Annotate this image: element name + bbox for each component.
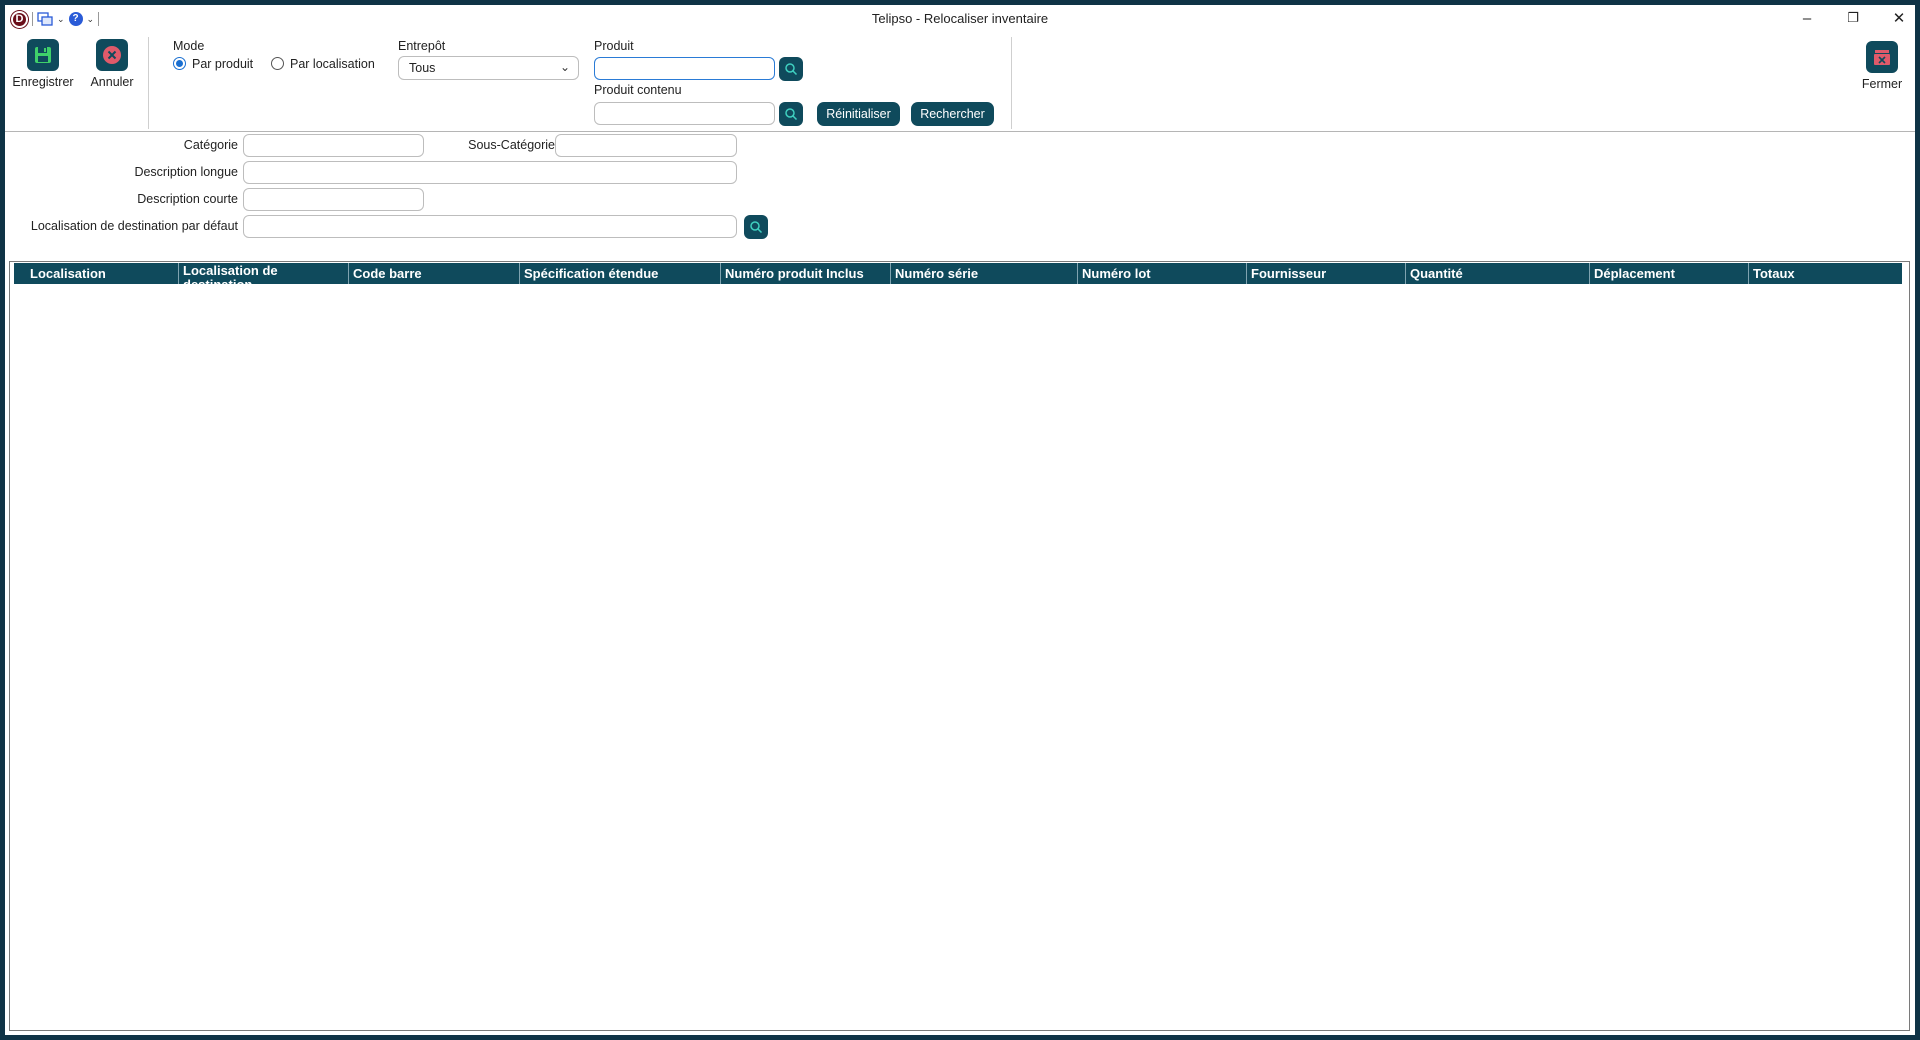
- warehouse-label: Entrepôt: [398, 39, 446, 53]
- column-header-lot-number[interactable]: Numéro lot: [1077, 263, 1246, 284]
- contained-product-search-button[interactable]: [779, 102, 803, 126]
- default-destination-input[interactable]: [243, 215, 737, 238]
- mode-by-product-label[interactable]: Par produit: [192, 57, 253, 71]
- mode-label: Mode: [173, 39, 205, 53]
- column-header-quantity[interactable]: Quantité: [1405, 263, 1589, 284]
- save-button[interactable]: Enregistrer: [10, 39, 76, 89]
- minimize-button[interactable]: –: [1784, 5, 1830, 31]
- product-search-button[interactable]: [779, 57, 803, 81]
- search-icon: [750, 221, 763, 234]
- restore-button[interactable]: ❐: [1830, 5, 1876, 31]
- column-header-barcode[interactable]: Code barre: [348, 263, 519, 284]
- mode-by-location-label[interactable]: Par localisation: [290, 57, 375, 71]
- window-title: Telipso - Relocaliser inventaire: [871, 11, 1049, 26]
- column-header-serial-number[interactable]: Numéro série: [890, 263, 1077, 284]
- long-description-label: Description longue: [134, 165, 238, 179]
- contained-product-input[interactable]: [594, 102, 775, 125]
- column-header-totals[interactable]: Totaux: [1748, 263, 1902, 284]
- close-button[interactable]: Fermer: [1849, 41, 1915, 91]
- save-label: Enregistrer: [12, 75, 74, 89]
- close-icon: [1866, 41, 1898, 73]
- product-label: Produit: [594, 39, 634, 53]
- default-destination-label: Localisation de destination par défaut: [30, 219, 238, 233]
- column-header-location[interactable]: Localisation: [26, 263, 178, 284]
- column-header-extended-spec[interactable]: Spécification étendue: [519, 263, 720, 284]
- subcategory-input[interactable]: [555, 134, 737, 157]
- short-description-label: Description courte: [137, 192, 238, 206]
- short-description-input[interactable]: [243, 188, 424, 211]
- grid-header: Localisation Localisation de destination…: [14, 263, 1902, 284]
- close-window-button[interactable]: ✕: [1876, 5, 1920, 31]
- search-icon: [785, 108, 798, 121]
- divider: [5, 131, 1915, 132]
- cancel-label: Annuler: [90, 75, 134, 89]
- category-input[interactable]: [243, 134, 424, 157]
- close-label: Fermer: [1861, 77, 1903, 91]
- long-description-input[interactable]: [243, 161, 737, 184]
- chevron-down-icon: ⌄: [559, 60, 570, 74]
- cancel-icon: [96, 39, 128, 71]
- category-label: Catégorie: [183, 138, 238, 152]
- subcategory-label: Sous-Catégorie: [468, 138, 555, 152]
- toolbar-separator: [1011, 37, 1012, 129]
- warehouse-select[interactable]: Tous ⌄: [398, 56, 579, 80]
- inventory-grid[interactable]: Localisation Localisation de destination…: [9, 261, 1910, 1031]
- product-input[interactable]: [594, 57, 775, 80]
- search-button[interactable]: Rechercher: [911, 102, 994, 126]
- cancel-button[interactable]: Annuler: [79, 39, 145, 89]
- column-header-included-product-number[interactable]: Numéro produit Inclus: [720, 263, 890, 284]
- search-icon: [785, 63, 798, 76]
- app-window: D ⌄ ? ⌄ Telipso - Relocaliser inventaire…: [5, 5, 1915, 1035]
- contained-product-label: Produit contenu: [594, 83, 682, 97]
- column-header-supplier[interactable]: Fournisseur: [1246, 263, 1405, 284]
- toolbar: Enregistrer Annuler Mode Par produit Par…: [5, 31, 1915, 131]
- column-header-destination-location[interactable]: Localisation de destination: [178, 263, 348, 284]
- column-header-movement[interactable]: Déplacement: [1589, 263, 1748, 284]
- warehouse-value: Tous: [409, 61, 436, 75]
- save-icon: [27, 39, 59, 71]
- title-bar: D ⌄ ? ⌄ Telipso - Relocaliser inventaire…: [5, 5, 1915, 31]
- default-destination-search-button[interactable]: [744, 215, 768, 239]
- mode-by-product-radio[interactable]: [173, 57, 186, 70]
- mode-by-location-radio[interactable]: [271, 57, 284, 70]
- toolbar-separator: [148, 37, 149, 129]
- reset-button[interactable]: Réinitialiser: [817, 102, 900, 126]
